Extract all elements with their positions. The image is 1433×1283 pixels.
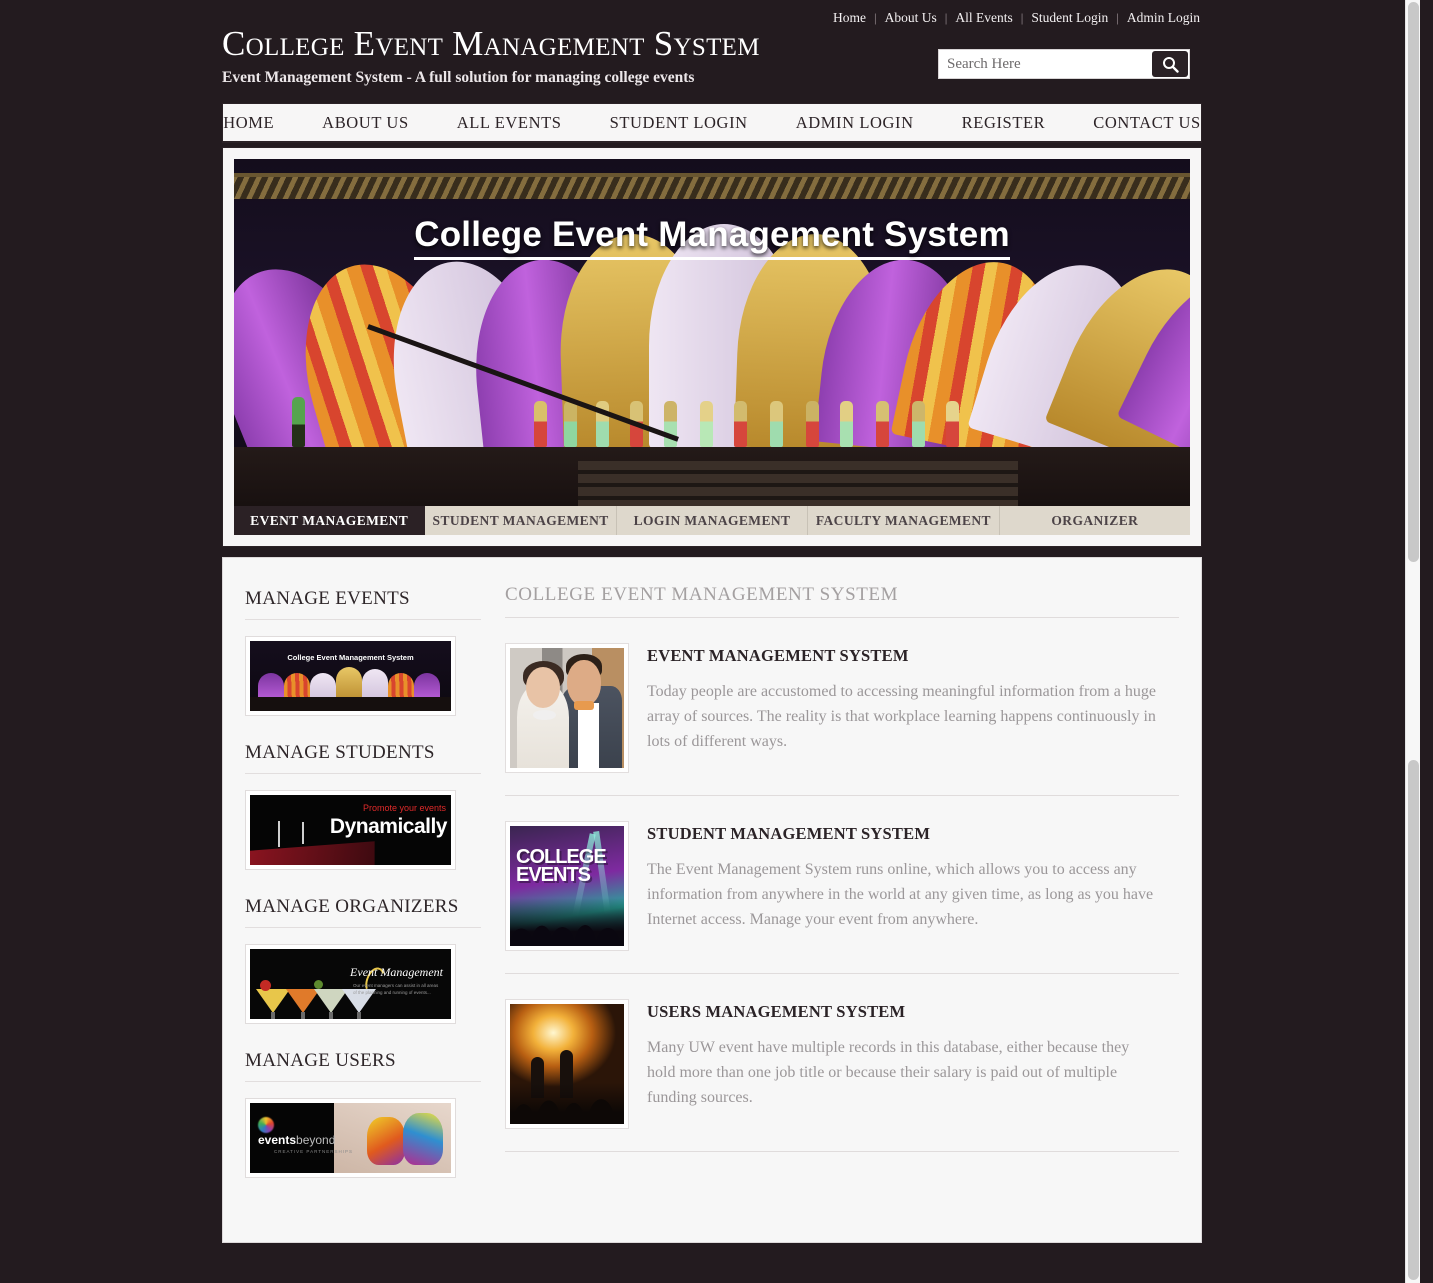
scrollbar-thumb[interactable] [1408,2,1419,562]
nav-item-student-login[interactable]: STUDENT LOGIN [586,113,772,133]
hero-image: College Event Management System EVENT MA… [234,159,1190,535]
sidebar-thumb-manage-organizers[interactable]: Event Management Our event managers can … [245,944,456,1024]
nav-item-admin-login[interactable]: ADMIN LOGIN [772,113,938,133]
article-title: USERS MANAGEMENT SYSTEM [647,1002,906,1021]
hero-tab-login-management[interactable]: LOGIN MANAGEMENT [616,506,809,535]
vertical-scrollbar[interactable] [1405,0,1420,1283]
hero-tab-organizer[interactable]: ORGANIZER [999,506,1190,535]
stage-banner-caption: College Event Management System [287,653,414,662]
top-link-admin-login[interactable]: Admin Login [1119,10,1208,26]
promote-text: Promote your events [362,803,446,813]
article-text: Many UW event have multiple records in t… [647,1039,1130,1106]
main-navigation: HOME ABOUT US ALL EVENTS STUDENT LOGIN A… [222,103,1202,143]
nav-item-all-events[interactable]: ALL EVENTS [433,113,586,133]
eventsbeyond-tagline: CREATIVE PARTNERSHIPS [274,1149,354,1154]
divider [245,927,481,928]
event-management-script-text: Event Management [350,965,443,979]
search-icon [1162,56,1179,73]
hero-tab-faculty-management[interactable]: FACULTY MANAGEMENT [808,506,1000,535]
hero-tab-strip: EVENT MANAGEMENT STUDENT MANAGEMENT LOGI… [234,506,1190,535]
sidebar-thumb-manage-events[interactable]: College Event Management System [245,636,456,716]
hero-banner-panel: College Event Management System EVENT MA… [222,147,1202,547]
sidebar-heading-manage-students: MANAGE STUDENTS [245,742,435,763]
article-title: STUDENT MANAGEMENT SYSTEM [647,824,931,843]
article-event-management: EVENT MANAGEMENT SYSTEM Today people are… [505,618,1179,795]
article-body: STUDENT MANAGEMENT SYSTEM The Event Mana… [647,821,1179,951]
article-text: The Event Management System runs online,… [647,861,1154,928]
article-student-management: COLLEGE EVENTS STUDENT MANAGEMENT SYSTEM… [505,796,1179,973]
sidebar-heading-manage-organizers: MANAGE ORGANIZERS [245,896,459,917]
main-section-title: COLLEGE EVENT MANAGEMENT SYSTEM [505,584,899,605]
sidebar-thumb-manage-users[interactable]: eventsbeyond CREATIVE PARTNERSHIPS [245,1098,456,1178]
hero-tab-student-management[interactable]: STUDENT MANAGEMENT [425,506,617,535]
eventsbeyond-logo: eventsbeyond [258,1133,336,1147]
dynamically-banner-image: Promote your events Dynamically [250,795,451,865]
eventsbeyond-banner-image: eventsbeyond CREATIVE PARTNERSHIPS [250,1103,451,1173]
main-column: COLLEGE EVENT MANAGEMENT SYSTEM EVENT MA… [481,582,1179,1242]
article-text: Today people are accustomed to accessing… [647,683,1156,750]
sidebar: MANAGE EVENTS College Event Management S… [245,582,481,1242]
sidebar-thumb-manage-students[interactable]: Promote your events Dynamically [245,790,456,870]
site-title: College Event Management System [222,24,760,63]
search-input[interactable] [939,50,1152,78]
nav-item-contact-us[interactable]: CONTACT US [1069,113,1225,133]
site-branding: College Event Management System Event Ma… [222,24,760,87]
site-tagline: Event Management System - A full solutio… [222,68,695,86]
cocktails-banner-image: Event Management Our event managers can … [250,949,451,1019]
article-body: EVENT MANAGEMENT SYSTEM Today people are… [647,643,1179,773]
article-users-management: USERS MANAGEMENT SYSTEM Many UW event ha… [505,974,1179,1151]
page-root: Home | About Us | All Events | Student L… [0,0,1420,1283]
nav-item-register[interactable]: REGISTER [938,113,1070,133]
divider [505,1151,1179,1152]
top-link-student-login[interactable]: Student Login [1023,10,1116,26]
divider [245,773,481,774]
dynamically-text: Dynamically [329,815,448,838]
divider [245,619,481,620]
top-utility-nav: Home | About Us | All Events | Student L… [825,10,1208,26]
poster-text: COLLEGE EVENTS [516,845,607,886]
article-body: USERS MANAGEMENT SYSTEM Many UW event ha… [647,999,1179,1129]
article-title: EVENT MANAGEMENT SYSTEM [647,646,909,665]
article-thumb-wedding[interactable] [505,643,629,773]
hero-tab-event-management[interactable]: EVENT MANAGEMENT [234,506,426,535]
sidebar-heading-manage-users: MANAGE USERS [245,1050,396,1071]
hero-overlay-title: College Event Management System [234,215,1190,260]
divider [245,1081,481,1082]
event-management-sub-text: Our event managers can assist in all are… [353,983,439,995]
article-thumb-concert-crowd[interactable] [505,999,629,1129]
top-link-all-events[interactable]: All Events [947,10,1020,26]
stage-banner-image: College Event Management System [250,641,451,711]
search-button[interactable] [1152,51,1188,77]
top-link-about-us[interactable]: About Us [877,10,945,26]
sidebar-heading-manage-events: MANAGE EVENTS [245,588,410,609]
search-box [938,49,1190,79]
nav-item-home[interactable]: HOME [199,113,298,133]
scrollbar-thumb-lower[interactable] [1408,760,1419,1280]
content-panel: MANAGE EVENTS College Event Management S… [222,557,1202,1243]
top-link-home[interactable]: Home [825,10,874,26]
article-thumb-college-events[interactable]: COLLEGE EVENTS [505,821,629,951]
nav-item-about-us[interactable]: ABOUT US [298,113,433,133]
colorful-spark-icon [258,1117,274,1133]
